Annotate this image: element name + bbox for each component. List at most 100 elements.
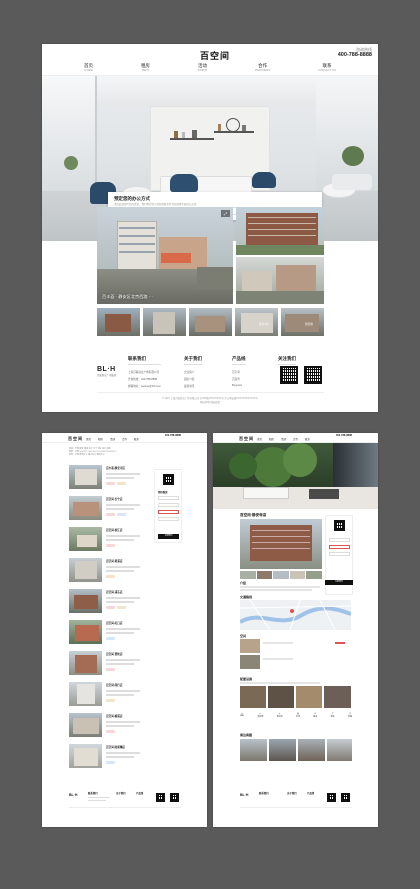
gallery-thumb-2[interactable]: [143, 308, 186, 336]
space-photo[interactable]: [240, 639, 260, 653]
list-item[interactable]: 百丰荟·静安寺店: [69, 465, 151, 492]
nav-item-contact[interactable]: 联系: [134, 437, 139, 441]
section-route-title: 交通路线: [240, 595, 253, 599]
tea-icon: ☕ 茶水间: [276, 713, 283, 718]
filter-row[interactable]: 类型：不限 联合办公 独立办公 整层办公: [69, 453, 181, 456]
nearby-photo[interactable]: [327, 739, 352, 761]
nav-item-contact[interactable]: 联系: [305, 437, 310, 441]
sidebar-input[interactable]: [158, 517, 179, 521]
listing-footer: BL·H 联系我们 关于我们 产品线: [42, 791, 207, 827]
homepage-footer: BL·H 百联商业广场集团 联系我们 上海百联商业广场有限公司 咨询热线：400…: [42, 356, 378, 412]
gallery-thumb-4[interactable]: 嘉里中心: [235, 308, 278, 336]
list-item[interactable]: 百空间·杨浦店: [69, 713, 151, 740]
thumb[interactable]: [240, 571, 256, 579]
footer-products: 产品线 百空间 百商务 BLspace: [232, 356, 246, 387]
wifi-icon: ◎ WiFi: [240, 713, 244, 717]
gallery-main-photo[interactable]: ⤢ 百丰荟 · 静安区北京西路 ···: [97, 207, 233, 304]
nav-item-home[interactable]: 首页 HOME: [84, 63, 93, 72]
footer-link[interactable]: 百空间: [232, 370, 246, 374]
thumb[interactable]: [256, 571, 273, 579]
detail-hero-image: [213, 443, 378, 509]
facility-photo[interactable]: [296, 686, 322, 708]
brand-logo[interactable]: 百空间: [200, 49, 230, 62]
footer-legal-links[interactable]: 网站声明 隐私政策: [42, 400, 378, 404]
gallery-thumb-1[interactable]: [97, 308, 140, 336]
gallery-photo-2[interactable]: [236, 207, 324, 255]
sidebar-input[interactable]: [329, 545, 350, 549]
facility-photo[interactable]: [240, 686, 266, 708]
footer-link[interactable]: 企业简介: [184, 370, 202, 374]
footer-link[interactable]: 团队介绍: [184, 377, 202, 381]
printer-icon: ▤ 打印: [295, 713, 300, 718]
footer-link[interactable]: BLspace: [232, 384, 246, 387]
detail-footer: BL·H 联系我们 关于我们 产品线: [213, 791, 378, 827]
qr-code-icon: [334, 520, 345, 531]
list-item[interactable]: 百空间·长宁店: [69, 496, 151, 523]
qr-code-icon: [170, 793, 179, 802]
sidebar-input[interactable]: [158, 503, 179, 507]
nav-item-rent[interactable]: 租房: [98, 437, 103, 441]
footer-about: 关于我们 企业简介 团队介绍 最新资讯: [184, 356, 202, 388]
sidebar-submit-button[interactable]: 立即预约: [158, 534, 179, 539]
listing-filters: 区域：不限 静安 黄浦 徐汇 长宁 浦东 虹口 普陀 面积：不限 50㎡以下 5…: [69, 447, 181, 456]
list-item[interactable]: 百空间·普陀店: [69, 651, 151, 678]
nav-item-rent[interactable]: 租房 RENT: [141, 63, 150, 72]
nav-item-home[interactable]: 首页: [257, 437, 262, 441]
location-map[interactable]: [240, 600, 351, 630]
nav-item-contact[interactable]: 联系 CONTACT US: [318, 63, 336, 72]
nearby-photo[interactable]: [298, 739, 325, 761]
thumb[interactable]: [273, 571, 289, 579]
listing-page-mockup: 百空间 首页 租房 活动 合作 联系 400-788-8888 区域：不限 静安…: [42, 433, 207, 827]
hotline-number: 400-788-8888: [164, 434, 181, 437]
list-item[interactable]: 百空间·浦东店: [69, 589, 151, 616]
space-photo[interactable]: [240, 655, 260, 669]
facility-photo[interactable]: [324, 686, 351, 708]
brand-logo[interactable]: 百空间: [68, 436, 83, 442]
detail-submit-button[interactable]: 立即预约: [325, 580, 353, 585]
detail-main-photo[interactable]: [240, 519, 322, 569]
nav-item-rent[interactable]: 租房: [269, 437, 274, 441]
list-item[interactable]: 百空间·黄浦店: [69, 558, 151, 585]
amenity-icons: ◎ WiFi ▭ 会议室 ☕ 茶水间 ▤ 打印 ☖ 前台 P 停车 ⛨ 安保: [240, 713, 352, 718]
sidebar-input[interactable]: [329, 552, 350, 556]
qr-code-icon: [304, 366, 322, 384]
booking-sidebar: 预约看房 立即预约: [154, 469, 182, 543]
gallery-photo-3[interactable]: [236, 257, 324, 304]
detail-top-navigation: 百空间 首页 租房 活动 合作 联系 400-788-8888: [213, 433, 378, 443]
homepage-mockup: 百空间 咨询热线 400-788-8888 首页 HOME 租房 RENT 活动 EV…: [42, 44, 378, 412]
thumb[interactable]: [306, 571, 322, 579]
nav-item-partners[interactable]: 合作: [122, 437, 127, 441]
nav-item-home[interactable]: 首页: [86, 437, 91, 441]
nav-item-event[interactable]: 活动: [110, 437, 115, 441]
nav-item-partners[interactable]: 合作 PARTNERS: [255, 63, 270, 72]
gallery-thumb-3[interactable]: [189, 308, 232, 336]
map-pin-icon: [290, 609, 294, 613]
footer-link[interactable]: 最新资讯: [184, 384, 202, 388]
top-navigation: 百空间 咨询热线 400-788-8888 首页 HOME 租房 RENT 活动 EV…: [42, 44, 378, 76]
list-item[interactable]: 百空间·陆家嘴店: [69, 744, 151, 771]
list-item[interactable]: 百空间·闵行店: [69, 682, 151, 709]
nearby-photo[interactable]: [240, 739, 267, 761]
thumb[interactable]: [289, 571, 306, 579]
gallery-thumb-5[interactable]: 新天地: [281, 308, 324, 336]
sidebar-input[interactable]: [329, 538, 350, 542]
hotline: 咨询热线 400-788-8888: [337, 47, 372, 59]
booking-form-description: 请在此处填写您的需求，我们将尽快与您取得联系并为您提供专属办公方案: [114, 203, 197, 206]
expand-icon[interactable]: ⤢: [221, 210, 230, 217]
nav-item-partners[interactable]: 合作: [293, 437, 298, 441]
list-item[interactable]: 百空间·徐汇店: [69, 527, 151, 554]
nearby-photo[interactable]: [269, 739, 296, 761]
facility-photo[interactable]: [268, 686, 294, 708]
brand-logo[interactable]: 百空间: [239, 436, 254, 442]
footer-logo: BL·H 百联商业广场集团: [97, 366, 117, 377]
sidebar-input[interactable]: [158, 510, 179, 514]
nav-item-event[interactable]: 活动 EVENT: [198, 63, 207, 72]
footer-contact: 联系我们 上海百联商业广场有限公司 咨询热线：400-788-8888 邮箱地址…: [128, 356, 161, 388]
nav-item-event[interactable]: 活动: [281, 437, 286, 441]
sidebar-input[interactable]: [158, 496, 179, 500]
list-item[interactable]: 百空间·虹口店: [69, 620, 151, 647]
detail-title: 百空间·静安寺店: [240, 513, 267, 517]
detail-thumbnails: [240, 571, 322, 579]
footer-link[interactable]: 百商务: [232, 377, 246, 381]
hotline-number: 400-788-8888: [337, 52, 372, 59]
